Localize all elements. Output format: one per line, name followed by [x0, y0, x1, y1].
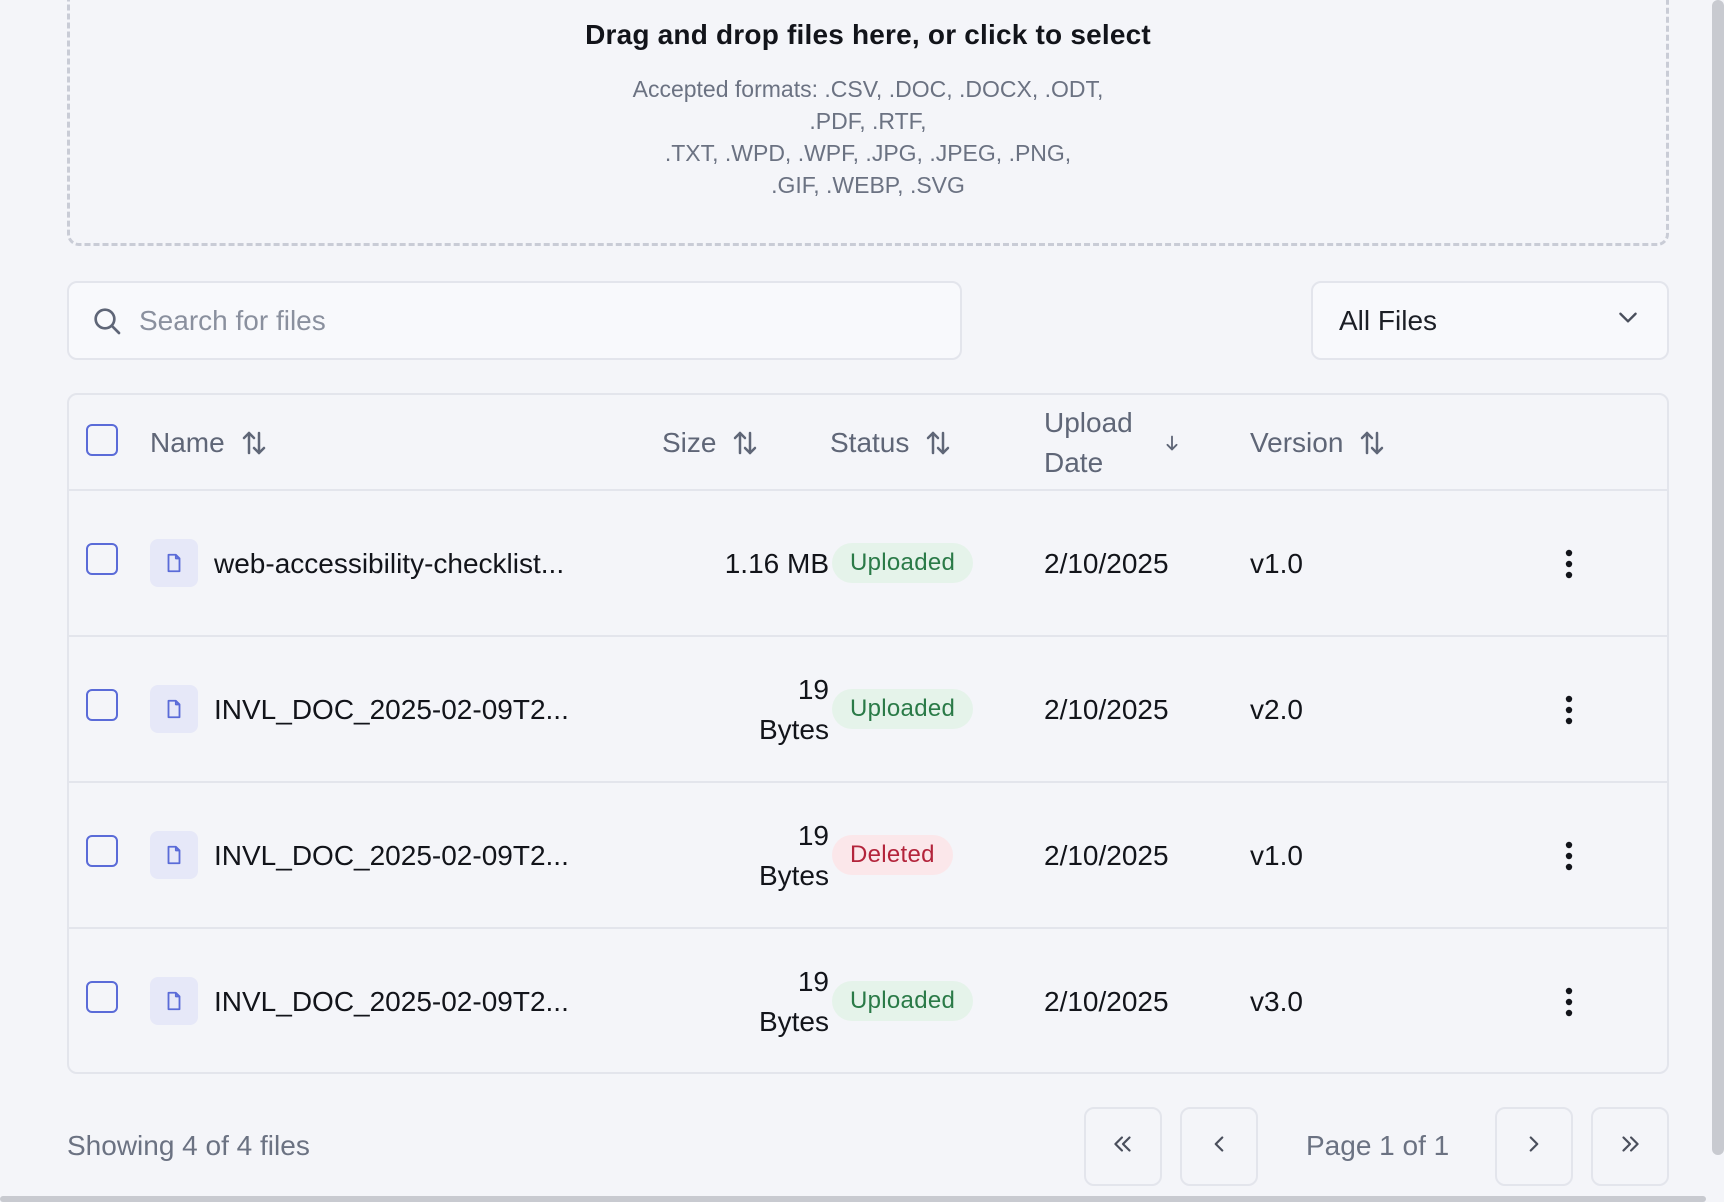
select-all-checkbox[interactable]	[86, 424, 118, 456]
file-size-unit: Bytes	[758, 860, 829, 891]
status-badge: Uploaded	[832, 689, 974, 729]
upload-date: 2/10/2025	[1044, 986, 1169, 1017]
column-header-status[interactable]: Status	[830, 395, 953, 491]
more-options-icon[interactable]	[1553, 690, 1585, 730]
files-table: Name Size Status Upload Date Version web…	[67, 393, 1669, 1074]
file-icon	[150, 977, 198, 1025]
chevron-left-icon	[1206, 1131, 1232, 1162]
column-header-version[interactable]: Version	[1250, 395, 1387, 491]
column-header-upload-date[interactable]: Upload Date	[1044, 395, 1183, 491]
more-options-icon[interactable]	[1553, 836, 1585, 876]
accepted-formats-line: .GIF, .WEBP, .SVG	[771, 172, 965, 198]
file-icon	[150, 831, 198, 879]
search-input[interactable]	[139, 304, 919, 337]
double-chevron-right-icon	[1617, 1131, 1643, 1162]
file-version: v2.0	[1250, 694, 1303, 725]
accepted-formats-line: .TXT, .WPD, .WPF, .JPG, .JPEG, .PNG,	[664, 140, 1072, 166]
file-name[interactable]: INVL_DOC_2025-02-09T2...	[214, 929, 569, 1072]
status-badge: Deleted	[832, 835, 953, 875]
status-badge: Uploaded	[832, 981, 974, 1021]
row-checkbox[interactable]	[86, 689, 118, 721]
table-row[interactable]: INVL_DOC_2025-02-09T2... 19 Bytes Upload…	[69, 637, 1667, 783]
file-version: v3.0	[1250, 986, 1303, 1017]
double-chevron-left-icon	[1110, 1131, 1136, 1162]
accepted-formats-line: Accepted formats: .CSV, .DOC, .DOCX, .OD…	[632, 76, 1104, 102]
file-version: v1.0	[1250, 840, 1303, 871]
file-manager-page: Drag and drop files here, or click to se…	[0, 0, 1724, 1202]
column-header-label-line: Date	[1044, 447, 1104, 478]
table-row[interactable]: INVL_DOC_2025-02-09T2... 19 Bytes Upload…	[69, 929, 1667, 1072]
file-icon	[150, 539, 198, 587]
column-header-label: Status	[830, 427, 910, 458]
file-size: 19 Bytes	[669, 670, 829, 750]
row-checkbox[interactable]	[86, 543, 118, 575]
more-options-icon[interactable]	[1553, 544, 1585, 584]
column-header-label: Size	[662, 427, 717, 458]
search-box[interactable]	[67, 281, 962, 360]
sort-icon[interactable]	[730, 428, 760, 458]
file-filter-value: All Files	[1339, 304, 1438, 336]
file-size: 1.16 MB	[669, 544, 829, 584]
sort-descending-icon[interactable]	[1161, 432, 1183, 454]
column-header-name[interactable]: Name	[150, 395, 269, 491]
more-options-icon[interactable]	[1553, 982, 1585, 1022]
file-size: 19 Bytes	[669, 816, 829, 896]
vertical-scrollbar[interactable]	[1712, 0, 1724, 1155]
dropzone-title: Drag and drop files here, or click to se…	[585, 19, 1151, 50]
chevron-down-icon	[1615, 304, 1641, 337]
file-icon	[150, 685, 198, 733]
last-page-button[interactable]	[1591, 1107, 1669, 1186]
column-header-label: Upload Date	[1044, 403, 1133, 483]
next-page-button[interactable]	[1495, 1107, 1573, 1186]
upload-date: 2/10/2025	[1044, 694, 1169, 725]
file-size-value: 19	[797, 674, 829, 705]
file-size-value: 19	[797, 820, 829, 851]
upload-date: 2/10/2025	[1044, 548, 1169, 579]
table-row[interactable]: web-accessibility-checklist... 1.16 MB U…	[69, 491, 1667, 637]
table-row[interactable]: INVL_DOC_2025-02-09T2... 19 Bytes Delete…	[69, 783, 1667, 929]
file-size: 19 Bytes	[669, 962, 829, 1042]
column-header-label: Version	[1250, 427, 1344, 458]
sort-icon[interactable]	[923, 428, 953, 458]
file-size-unit: Bytes	[758, 1006, 829, 1037]
column-header-size[interactable]: Size	[662, 395, 760, 491]
file-version: v1.0	[1250, 548, 1303, 579]
first-page-button[interactable]	[1084, 1107, 1162, 1186]
file-size-value: 19	[797, 966, 829, 997]
accepted-formats-line: .PDF, .RTF,	[809, 108, 927, 134]
column-header-label-line: Upload	[1044, 407, 1133, 438]
file-size-unit: Bytes	[758, 714, 829, 745]
horizontal-scrollbar[interactable]	[0, 1196, 1706, 1202]
previous-page-button[interactable]	[1180, 1107, 1258, 1186]
file-size-value: 1.16 MB	[724, 548, 829, 579]
row-checkbox[interactable]	[86, 981, 118, 1013]
column-header-label: Name	[150, 427, 225, 458]
search-icon	[91, 304, 125, 338]
page-indicator: Page 1 of 1	[1306, 1130, 1450, 1161]
results-count: Showing 4 of 4 files	[67, 1130, 310, 1161]
row-checkbox[interactable]	[86, 835, 118, 867]
file-name[interactable]: INVL_DOC_2025-02-09T2...	[214, 637, 569, 783]
upload-date: 2/10/2025	[1044, 840, 1169, 871]
file-filter-select[interactable]: All Files	[1311, 281, 1669, 360]
file-name[interactable]: INVL_DOC_2025-02-09T2...	[214, 783, 569, 929]
file-name[interactable]: web-accessibility-checklist...	[214, 491, 564, 637]
sort-icon[interactable]	[239, 428, 269, 458]
accepted-formats: Accepted formats: .CSV, .DOC, .DOCX, .OD…	[70, 73, 1666, 201]
file-dropzone[interactable]: Drag and drop files here, or click to se…	[67, 0, 1669, 246]
sort-icon[interactable]	[1357, 428, 1387, 458]
chevron-right-icon	[1521, 1131, 1547, 1162]
status-badge: Uploaded	[832, 543, 974, 583]
table-header: Name Size Status Upload Date Version	[69, 395, 1667, 491]
